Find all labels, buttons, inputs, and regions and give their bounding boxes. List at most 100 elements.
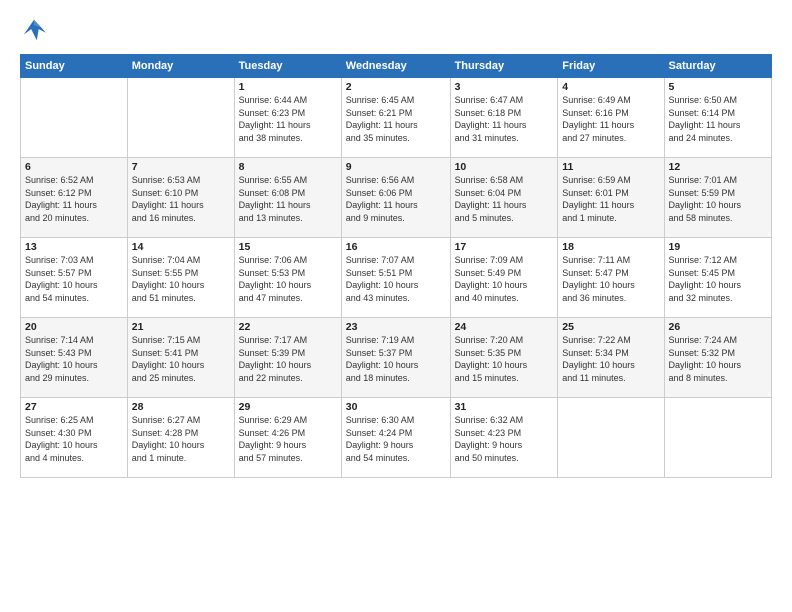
day-number: 21	[132, 321, 230, 333]
day-cell: 11Sunrise: 6:59 AM Sunset: 6:01 PM Dayli…	[558, 158, 664, 238]
day-cell: 7Sunrise: 6:53 AM Sunset: 6:10 PM Daylig…	[127, 158, 234, 238]
day-detail: Sunrise: 7:15 AM Sunset: 5:41 PM Dayligh…	[132, 334, 230, 384]
day-cell: 17Sunrise: 7:09 AM Sunset: 5:49 PM Dayli…	[450, 238, 558, 318]
day-cell: 31Sunrise: 6:32 AM Sunset: 4:23 PM Dayli…	[450, 398, 558, 478]
day-detail: Sunrise: 6:56 AM Sunset: 6:06 PM Dayligh…	[346, 174, 446, 224]
day-cell: 20Sunrise: 7:14 AM Sunset: 5:43 PM Dayli…	[21, 318, 128, 398]
day-cell: 24Sunrise: 7:20 AM Sunset: 5:35 PM Dayli…	[450, 318, 558, 398]
day-detail: Sunrise: 7:14 AM Sunset: 5:43 PM Dayligh…	[25, 334, 123, 384]
day-detail: Sunrise: 6:45 AM Sunset: 6:21 PM Dayligh…	[346, 94, 446, 144]
header-cell-wednesday: Wednesday	[341, 55, 450, 78]
day-number: 18	[562, 241, 659, 253]
day-number: 17	[455, 241, 554, 253]
header-cell-saturday: Saturday	[664, 55, 771, 78]
day-detail: Sunrise: 6:29 AM Sunset: 4:26 PM Dayligh…	[239, 414, 337, 464]
day-number: 28	[132, 401, 230, 413]
calendar-body: 1Sunrise: 6:44 AM Sunset: 6:23 PM Daylig…	[21, 78, 772, 478]
week-row-0: 1Sunrise: 6:44 AM Sunset: 6:23 PM Daylig…	[21, 78, 772, 158]
day-cell: 2Sunrise: 6:45 AM Sunset: 6:21 PM Daylig…	[341, 78, 450, 158]
day-cell	[21, 78, 128, 158]
day-cell: 8Sunrise: 6:55 AM Sunset: 6:08 PM Daylig…	[234, 158, 341, 238]
day-number: 11	[562, 161, 659, 173]
day-cell: 10Sunrise: 6:58 AM Sunset: 6:04 PM Dayli…	[450, 158, 558, 238]
day-detail: Sunrise: 7:09 AM Sunset: 5:49 PM Dayligh…	[455, 254, 554, 304]
day-detail: Sunrise: 6:58 AM Sunset: 6:04 PM Dayligh…	[455, 174, 554, 224]
day-number: 16	[346, 241, 446, 253]
header-cell-friday: Friday	[558, 55, 664, 78]
day-number: 22	[239, 321, 337, 333]
day-cell: 27Sunrise: 6:25 AM Sunset: 4:30 PM Dayli…	[21, 398, 128, 478]
day-number: 14	[132, 241, 230, 253]
day-number: 31	[455, 401, 554, 413]
day-detail: Sunrise: 7:17 AM Sunset: 5:39 PM Dayligh…	[239, 334, 337, 384]
day-detail: Sunrise: 7:22 AM Sunset: 5:34 PM Dayligh…	[562, 334, 659, 384]
day-cell: 12Sunrise: 7:01 AM Sunset: 5:59 PM Dayli…	[664, 158, 771, 238]
day-number: 20	[25, 321, 123, 333]
day-detail: Sunrise: 6:53 AM Sunset: 6:10 PM Dayligh…	[132, 174, 230, 224]
day-number: 1	[239, 81, 337, 93]
day-cell: 25Sunrise: 7:22 AM Sunset: 5:34 PM Dayli…	[558, 318, 664, 398]
day-cell: 26Sunrise: 7:24 AM Sunset: 5:32 PM Dayli…	[664, 318, 771, 398]
day-detail: Sunrise: 6:52 AM Sunset: 6:12 PM Dayligh…	[25, 174, 123, 224]
day-number: 5	[669, 81, 767, 93]
logo-icon	[20, 16, 48, 44]
week-row-3: 20Sunrise: 7:14 AM Sunset: 5:43 PM Dayli…	[21, 318, 772, 398]
day-detail: Sunrise: 6:30 AM Sunset: 4:24 PM Dayligh…	[346, 414, 446, 464]
day-cell: 9Sunrise: 6:56 AM Sunset: 6:06 PM Daylig…	[341, 158, 450, 238]
day-number: 2	[346, 81, 446, 93]
day-number: 13	[25, 241, 123, 253]
day-detail: Sunrise: 7:11 AM Sunset: 5:47 PM Dayligh…	[562, 254, 659, 304]
day-number: 29	[239, 401, 337, 413]
day-number: 19	[669, 241, 767, 253]
day-detail: Sunrise: 6:32 AM Sunset: 4:23 PM Dayligh…	[455, 414, 554, 464]
day-cell	[664, 398, 771, 478]
day-cell: 23Sunrise: 7:19 AM Sunset: 5:37 PM Dayli…	[341, 318, 450, 398]
day-number: 24	[455, 321, 554, 333]
header-row: SundayMondayTuesdayWednesdayThursdayFrid…	[21, 55, 772, 78]
day-detail: Sunrise: 7:19 AM Sunset: 5:37 PM Dayligh…	[346, 334, 446, 384]
day-cell: 28Sunrise: 6:27 AM Sunset: 4:28 PM Dayli…	[127, 398, 234, 478]
day-cell: 6Sunrise: 6:52 AM Sunset: 6:12 PM Daylig…	[21, 158, 128, 238]
day-cell: 22Sunrise: 7:17 AM Sunset: 5:39 PM Dayli…	[234, 318, 341, 398]
header-cell-thursday: Thursday	[450, 55, 558, 78]
day-detail: Sunrise: 6:55 AM Sunset: 6:08 PM Dayligh…	[239, 174, 337, 224]
day-detail: Sunrise: 6:50 AM Sunset: 6:14 PM Dayligh…	[669, 94, 767, 144]
day-number: 25	[562, 321, 659, 333]
day-cell: 19Sunrise: 7:12 AM Sunset: 5:45 PM Dayli…	[664, 238, 771, 318]
header	[20, 16, 772, 44]
day-cell	[558, 398, 664, 478]
day-detail: Sunrise: 7:12 AM Sunset: 5:45 PM Dayligh…	[669, 254, 767, 304]
day-number: 27	[25, 401, 123, 413]
day-cell: 5Sunrise: 6:50 AM Sunset: 6:14 PM Daylig…	[664, 78, 771, 158]
day-number: 4	[562, 81, 659, 93]
day-number: 9	[346, 161, 446, 173]
day-cell: 3Sunrise: 6:47 AM Sunset: 6:18 PM Daylig…	[450, 78, 558, 158]
day-cell: 13Sunrise: 7:03 AM Sunset: 5:57 PM Dayli…	[21, 238, 128, 318]
day-cell: 30Sunrise: 6:30 AM Sunset: 4:24 PM Dayli…	[341, 398, 450, 478]
day-cell	[127, 78, 234, 158]
week-row-2: 13Sunrise: 7:03 AM Sunset: 5:57 PM Dayli…	[21, 238, 772, 318]
header-cell-sunday: Sunday	[21, 55, 128, 78]
day-detail: Sunrise: 6:27 AM Sunset: 4:28 PM Dayligh…	[132, 414, 230, 464]
page: SundayMondayTuesdayWednesdayThursdayFrid…	[0, 0, 792, 612]
day-number: 23	[346, 321, 446, 333]
day-detail: Sunrise: 6:47 AM Sunset: 6:18 PM Dayligh…	[455, 94, 554, 144]
day-cell: 14Sunrise: 7:04 AM Sunset: 5:55 PM Dayli…	[127, 238, 234, 318]
day-detail: Sunrise: 7:04 AM Sunset: 5:55 PM Dayligh…	[132, 254, 230, 304]
calendar-table: SundayMondayTuesdayWednesdayThursdayFrid…	[20, 54, 772, 478]
day-number: 3	[455, 81, 554, 93]
day-cell: 21Sunrise: 7:15 AM Sunset: 5:41 PM Dayli…	[127, 318, 234, 398]
day-number: 12	[669, 161, 767, 173]
day-detail: Sunrise: 6:49 AM Sunset: 6:16 PM Dayligh…	[562, 94, 659, 144]
day-detail: Sunrise: 6:44 AM Sunset: 6:23 PM Dayligh…	[239, 94, 337, 144]
day-detail: Sunrise: 7:03 AM Sunset: 5:57 PM Dayligh…	[25, 254, 123, 304]
day-cell: 18Sunrise: 7:11 AM Sunset: 5:47 PM Dayli…	[558, 238, 664, 318]
day-cell: 1Sunrise: 6:44 AM Sunset: 6:23 PM Daylig…	[234, 78, 341, 158]
day-detail: Sunrise: 7:06 AM Sunset: 5:53 PM Dayligh…	[239, 254, 337, 304]
calendar-header: SundayMondayTuesdayWednesdayThursdayFrid…	[21, 55, 772, 78]
day-number: 7	[132, 161, 230, 173]
day-detail: Sunrise: 6:25 AM Sunset: 4:30 PM Dayligh…	[25, 414, 123, 464]
week-row-4: 27Sunrise: 6:25 AM Sunset: 4:30 PM Dayli…	[21, 398, 772, 478]
day-cell: 16Sunrise: 7:07 AM Sunset: 5:51 PM Dayli…	[341, 238, 450, 318]
day-detail: Sunrise: 6:59 AM Sunset: 6:01 PM Dayligh…	[562, 174, 659, 224]
